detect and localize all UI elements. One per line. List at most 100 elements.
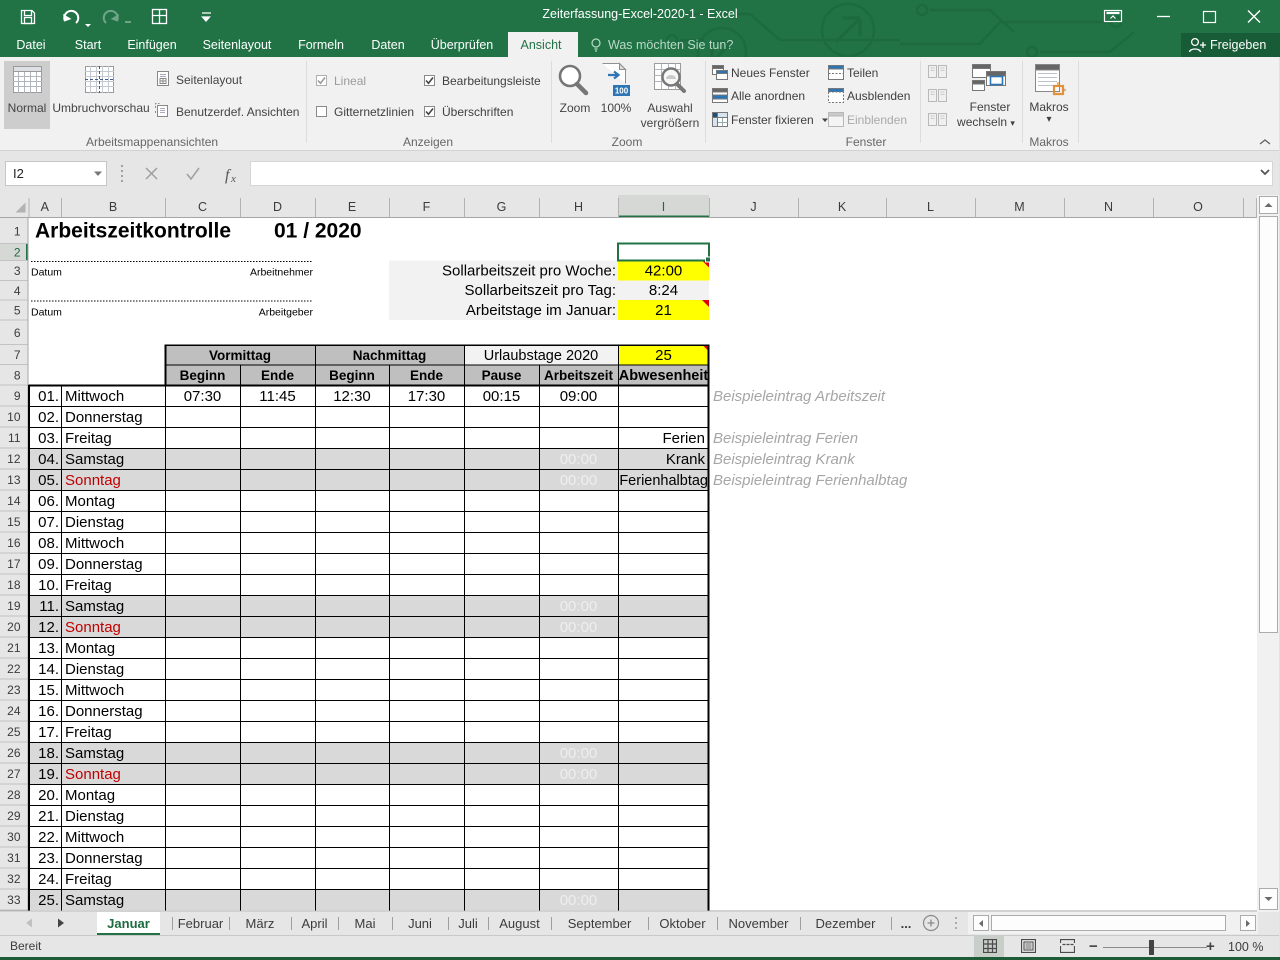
svg-text:08.: 08. bbox=[38, 535, 59, 552]
svg-text:Sonntag: Sonntag bbox=[65, 766, 121, 783]
svg-text:12:30: 12:30 bbox=[333, 388, 371, 405]
svg-text:16.: 16. bbox=[38, 703, 59, 720]
svg-text:01.: 01. bbox=[38, 388, 59, 405]
svg-text:N: N bbox=[1104, 200, 1113, 214]
svg-text:Sollarbeitszeit pro Woche:: Sollarbeitszeit pro Woche: bbox=[442, 263, 616, 280]
svg-text:Samstag: Samstag bbox=[65, 598, 124, 615]
svg-text:Donnerstag: Donnerstag bbox=[65, 850, 143, 867]
svg-text:21: 21 bbox=[7, 641, 21, 655]
svg-text:Mittwoch: Mittwoch bbox=[65, 535, 124, 552]
svg-text:11:45: 11:45 bbox=[259, 388, 295, 405]
svg-text:26: 26 bbox=[7, 746, 21, 760]
svg-text:23.: 23. bbox=[38, 850, 59, 867]
svg-text:18.: 18. bbox=[38, 745, 59, 762]
svg-text:J: J bbox=[750, 200, 756, 214]
svg-text:05.: 05. bbox=[38, 472, 59, 489]
svg-text:00:00: 00:00 bbox=[560, 745, 598, 762]
svg-text:x: x bbox=[230, 173, 236, 185]
svg-text:14.: 14. bbox=[38, 661, 59, 678]
svg-text:00:00: 00:00 bbox=[560, 619, 598, 636]
svg-text:27: 27 bbox=[7, 767, 21, 781]
svg-text:02.: 02. bbox=[38, 409, 59, 426]
svg-text:Krank: Krank bbox=[666, 451, 706, 468]
svg-text:14: 14 bbox=[7, 494, 21, 508]
svg-text:Beispieleintrag Ferienhalbtag: Beispieleintrag Ferienhalbtag bbox=[713, 472, 908, 489]
svg-text:10.: 10. bbox=[38, 577, 59, 594]
svg-text:Mittwoch: Mittwoch bbox=[65, 388, 124, 405]
svg-text:Pause: Pause bbox=[482, 368, 522, 383]
svg-text:22: 22 bbox=[7, 662, 21, 676]
svg-text:Freitag: Freitag bbox=[65, 871, 112, 888]
svg-text:6: 6 bbox=[14, 326, 21, 340]
svg-text:00:15: 00:15 bbox=[483, 388, 521, 405]
svg-text:8: 8 bbox=[14, 368, 21, 382]
svg-text:L: L bbox=[927, 200, 934, 214]
svg-text:Sonntag: Sonntag bbox=[65, 472, 121, 489]
svg-text:00:00: 00:00 bbox=[560, 598, 598, 615]
svg-text:Freitag: Freitag bbox=[65, 430, 112, 447]
svg-text:03.: 03. bbox=[38, 430, 59, 447]
svg-text:Montag: Montag bbox=[65, 493, 115, 510]
svg-text:1: 1 bbox=[14, 224, 21, 238]
svg-text:H: H bbox=[574, 200, 583, 214]
svg-text:Abwesenheit: Abwesenheit bbox=[619, 368, 709, 384]
svg-text:F: F bbox=[423, 200, 431, 214]
svg-text:Beispieleintrag Ferien: Beispieleintrag Ferien bbox=[713, 430, 858, 447]
svg-text:O: O bbox=[1193, 200, 1203, 214]
svg-text:24: 24 bbox=[7, 704, 21, 718]
svg-text:25: 25 bbox=[7, 725, 21, 739]
svg-text:Ende: Ende bbox=[410, 368, 443, 383]
svg-text:Donnerstag: Donnerstag bbox=[65, 703, 143, 720]
svg-text:23: 23 bbox=[7, 683, 21, 697]
svg-text:01 / 2020: 01 / 2020 bbox=[274, 220, 362, 243]
svg-text:42:00: 42:00 bbox=[645, 263, 683, 280]
svg-text:Arbeitnehmer: Arbeitnehmer bbox=[250, 267, 314, 279]
svg-text:07:30: 07:30 bbox=[184, 388, 222, 405]
svg-text:32: 32 bbox=[7, 872, 21, 886]
svg-text:18: 18 bbox=[7, 578, 21, 592]
svg-text:17:30: 17:30 bbox=[408, 388, 446, 405]
svg-text:Dienstag: Dienstag bbox=[65, 808, 124, 825]
svg-text:Vormittag: Vormittag bbox=[209, 348, 271, 363]
svg-text:25.: 25. bbox=[38, 892, 59, 909]
svg-text:100: 100 bbox=[615, 87, 629, 96]
svg-text:17.: 17. bbox=[38, 724, 59, 741]
svg-text:A: A bbox=[41, 200, 50, 214]
svg-text:2: 2 bbox=[14, 246, 21, 260]
svg-text:Beginn: Beginn bbox=[329, 368, 375, 383]
svg-text:Arbeitstage im Januar:: Arbeitstage im Januar: bbox=[466, 302, 616, 319]
svg-text:Montag: Montag bbox=[65, 640, 115, 657]
svg-text:20: 20 bbox=[7, 620, 21, 634]
svg-text:19: 19 bbox=[7, 599, 21, 613]
svg-text:10: 10 bbox=[7, 410, 21, 424]
svg-text:33: 33 bbox=[7, 893, 21, 907]
svg-text:Arbeitszeit: Arbeitszeit bbox=[544, 368, 614, 383]
svg-text:09:00: 09:00 bbox=[560, 388, 598, 405]
svg-text:E: E bbox=[348, 200, 356, 214]
svg-text:5: 5 bbox=[14, 304, 21, 318]
svg-text:Sollarbeitszeit pro Tag:: Sollarbeitszeit pro Tag: bbox=[465, 282, 616, 299]
svg-text:Datum: Datum bbox=[31, 307, 62, 319]
svg-text:3: 3 bbox=[14, 264, 21, 278]
svg-text:Montag: Montag bbox=[65, 787, 115, 804]
svg-text:Mittwoch: Mittwoch bbox=[65, 829, 124, 846]
svg-text:22.: 22. bbox=[38, 829, 59, 846]
svg-text:20.: 20. bbox=[38, 787, 59, 804]
svg-text:D: D bbox=[273, 200, 282, 214]
svg-text:Datum: Datum bbox=[31, 267, 62, 279]
svg-text:28: 28 bbox=[7, 788, 21, 802]
svg-text:Samstag: Samstag bbox=[65, 451, 124, 468]
svg-text:Samstag: Samstag bbox=[65, 892, 124, 909]
svg-text:15: 15 bbox=[7, 515, 21, 529]
svg-text:Ferien: Ferien bbox=[662, 430, 705, 447]
svg-text:07.: 07. bbox=[38, 514, 59, 531]
svg-text:Dienstag: Dienstag bbox=[65, 661, 124, 678]
svg-text:00:00: 00:00 bbox=[560, 892, 598, 909]
svg-text:Urlaubstage 2020: Urlaubstage 2020 bbox=[484, 348, 598, 364]
svg-text:00:00: 00:00 bbox=[560, 472, 598, 489]
svg-text:B: B bbox=[109, 200, 117, 214]
svg-text:21: 21 bbox=[655, 302, 672, 319]
svg-text:12.: 12. bbox=[38, 619, 59, 636]
svg-text:04.: 04. bbox=[38, 451, 59, 468]
svg-text:13: 13 bbox=[7, 473, 21, 487]
